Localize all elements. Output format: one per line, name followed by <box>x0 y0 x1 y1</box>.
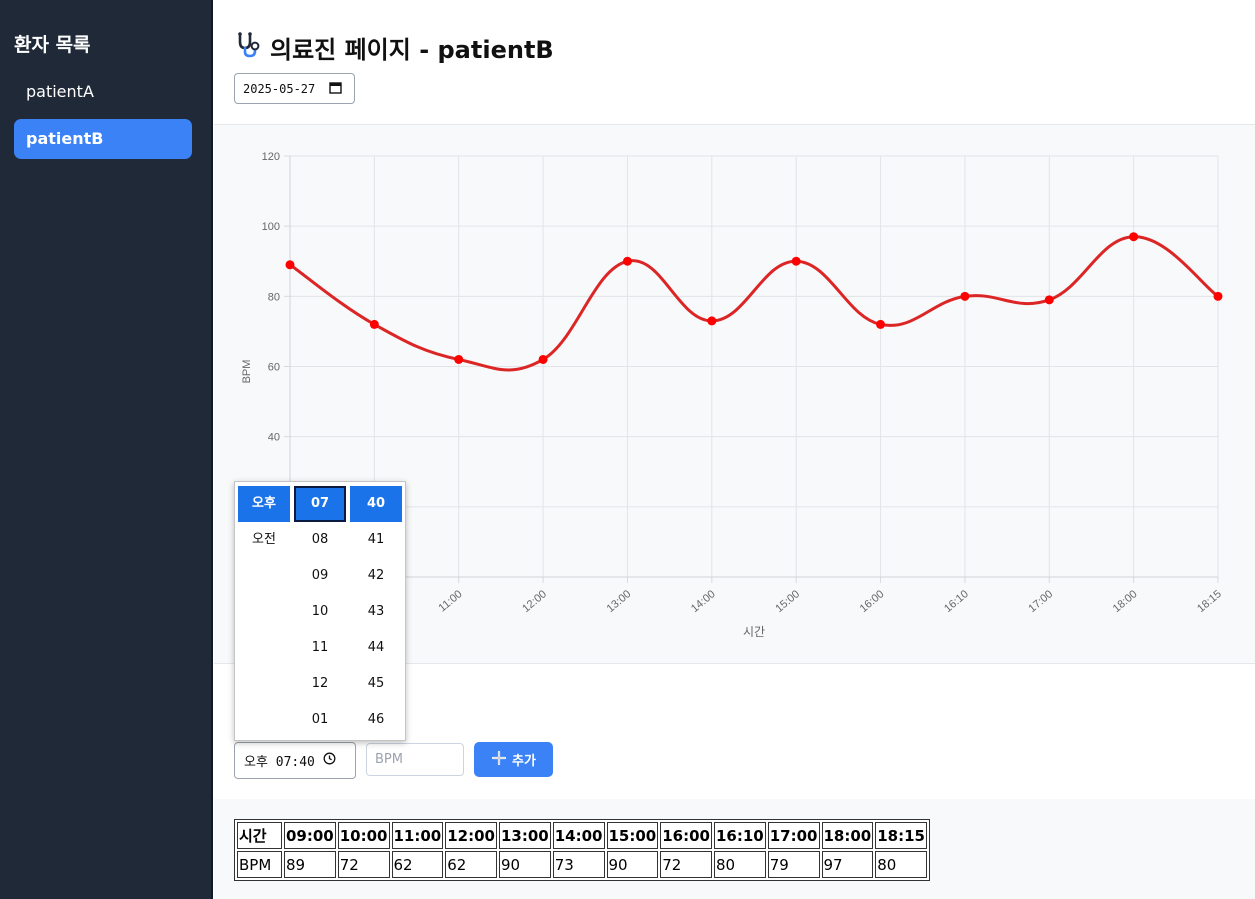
table-cell: 97 <box>821 851 874 878</box>
y-tick-label: 80 <box>268 291 280 303</box>
bpm-series-line <box>289 235 1219 372</box>
table-cell: 72 <box>337 851 390 878</box>
y-tick-label: 60 <box>268 362 280 374</box>
minute-option[interactable]: 43 <box>350 594 402 630</box>
minute-option[interactable]: 46 <box>350 702 402 738</box>
hour-option[interactable]: 08 <box>294 522 346 558</box>
sidebar-item-patienta[interactable]: patientA <box>14 72 192 112</box>
table-cell: 90 <box>606 851 659 878</box>
table-cell: 90 <box>499 851 551 878</box>
table-header-cell: 15:00 <box>606 822 659 849</box>
y-tick-label: 120 <box>262 151 280 163</box>
table-header-cell: 16:10 <box>714 822 766 849</box>
bpm-input[interactable] <box>366 743 464 776</box>
x-tick-label: 11:00 <box>436 588 464 614</box>
time-input[interactable]: 오후 07:40 <box>234 742 356 779</box>
table-header-cell: 10:00 <box>337 822 390 849</box>
x-tick-label: 18:15 <box>1195 588 1224 615</box>
table-header-cell: 14:00 <box>552 822 605 849</box>
x-tick-label: 14:00 <box>689 588 718 615</box>
hour-option[interactable]: 07 <box>294 486 346 522</box>
minute-option[interactable]: 40 <box>350 486 402 522</box>
table-header-cell: 18:15 <box>875 822 927 849</box>
bpm-table: 시간 09:00 10:00 11:00 12:00 13:00 14:00 15:00 16:… <box>234 819 930 881</box>
bpm-data-point <box>1129 232 1139 242</box>
table-header-cell: 12:00 <box>445 822 497 849</box>
table-cell: 80 <box>714 851 766 878</box>
ampm-column: 오후 오전 <box>238 486 290 558</box>
hour-option[interactable]: 11 <box>294 630 346 666</box>
hour-option[interactable]: 12 <box>294 666 346 702</box>
sidebar: 환자 목록 patientA patientB <box>0 0 213 899</box>
page-title: 의료진 페이지 - patientB <box>234 30 554 65</box>
time-value: 오후 07:40 <box>244 755 315 770</box>
bpm-data-point <box>1213 291 1223 301</box>
table-cell: 62 <box>445 851 497 878</box>
time-picker-dropdown: 오후 오전 07 08 09 10 11 12 01 40 41 42 43 44 45 46 <box>234 481 406 741</box>
bpm-data-point <box>538 354 548 364</box>
x-tick-label: 13:00 <box>605 588 634 615</box>
bpm-data-point <box>707 316 717 326</box>
x-tick-label: 12:00 <box>520 588 549 615</box>
table-header-cell: 17:00 <box>767 822 820 849</box>
minute-option[interactable]: 44 <box>350 630 402 666</box>
table-cell: 79 <box>767 851 820 878</box>
table-header-cell: 11:00 <box>391 822 444 849</box>
page-title-text: 의료진 페이지 - patientB <box>270 36 554 64</box>
table-cell: 62 <box>391 851 444 878</box>
table-cell: 89 <box>284 851 336 878</box>
plus-icon <box>491 750 507 770</box>
hour-option[interactable]: 01 <box>294 702 346 738</box>
hour-column: 07 08 09 10 11 12 01 <box>294 486 346 738</box>
bpm-data-point <box>1044 295 1054 305</box>
stethoscope-icon <box>234 31 262 65</box>
minute-option[interactable]: 45 <box>350 666 402 702</box>
main-content: 의료진 페이지 - patientB 2025-05-27 2040608010… <box>214 0 1255 899</box>
sidebar-item-patientb[interactable]: patientB <box>14 119 192 159</box>
table-header-row: 시간 09:00 10:00 11:00 12:00 13:00 14:00 15:00 16:… <box>237 822 927 849</box>
bpm-data-point <box>454 354 464 364</box>
bpm-data-point <box>876 319 886 329</box>
x-axis-label: 시간 <box>743 625 765 639</box>
x-tick-label: 16:00 <box>858 588 887 615</box>
table-header-time: 시간 <box>237 822 282 849</box>
hour-option[interactable]: 09 <box>294 558 346 594</box>
add-button[interactable]: 추가 <box>474 742 553 777</box>
y-axis-label: BPM <box>241 360 253 384</box>
x-tick-label: 18:00 <box>1111 588 1140 615</box>
x-tick-label: 17:00 <box>1026 588 1055 615</box>
y-tick-label: 40 <box>268 432 280 444</box>
table-cell: 73 <box>552 851 605 878</box>
table-header-cell: 16:00 <box>660 822 712 849</box>
y-tick-label: 100 <box>262 221 280 233</box>
bpm-data-point <box>369 319 379 329</box>
bpm-data-point <box>791 256 801 266</box>
table-row: BPM 89 72 62 62 90 73 90 72 80 79 97 80 <box>237 851 927 878</box>
x-tick-label: 15:00 <box>773 588 802 615</box>
ampm-option[interactable]: 오후 <box>238 486 290 522</box>
ampm-option[interactable]: 오전 <box>238 522 290 558</box>
bpm-data-point <box>285 260 295 270</box>
minute-option[interactable]: 41 <box>350 522 402 558</box>
table-row-label: BPM <box>237 851 282 878</box>
table-cell: 72 <box>660 851 712 878</box>
table-header-cell: 18:00 <box>821 822 874 849</box>
calendar-icon[interactable] <box>329 81 342 97</box>
bpm-data-point <box>622 256 632 266</box>
table-header-cell: 09:00 <box>284 822 336 849</box>
add-button-label: 추가 <box>512 754 536 769</box>
table-header-cell: 13:00 <box>499 822 551 849</box>
clock-icon[interactable] <box>323 752 336 769</box>
hour-option[interactable]: 10 <box>294 594 346 630</box>
table-container: 시간 09:00 10:00 11:00 12:00 13:00 14:00 15:00 16:… <box>214 799 1255 899</box>
minute-option[interactable]: 42 <box>350 558 402 594</box>
minute-column: 40 41 42 43 44 45 46 <box>350 486 402 738</box>
bpm-data-point <box>960 291 970 301</box>
sidebar-title: 환자 목록 <box>14 34 91 56</box>
date-value: 2025-05-27 <box>243 81 316 96</box>
date-input[interactable]: 2025-05-27 <box>234 73 355 104</box>
table-cell: 80 <box>875 851 927 878</box>
x-tick-label: 16:10 <box>942 588 971 615</box>
